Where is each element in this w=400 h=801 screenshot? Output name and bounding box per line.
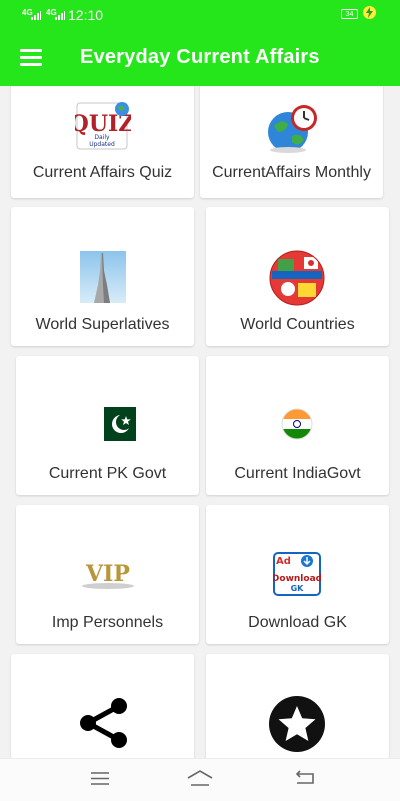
menu-lines-icon[interactable] bbox=[90, 771, 110, 786]
card-current-affairs-monthly[interactable]: CurrentAffairs Monthly bbox=[200, 86, 383, 198]
svg-text:Download: Download bbox=[273, 574, 321, 584]
card-current-affairs-quiz[interactable]: QUIZ Daily Updated Current Affairs Quiz bbox=[11, 86, 194, 198]
svg-text:Ad: Ad bbox=[276, 556, 291, 567]
battery-icon: 34 bbox=[341, 9, 358, 19]
card-download-gk[interactable]: Ad Download GK Download GK bbox=[206, 505, 389, 644]
card-world-countries[interactable]: World Countries bbox=[206, 207, 389, 346]
tower-icon bbox=[80, 251, 126, 308]
star-icon bbox=[268, 695, 326, 758]
card-label: Imp Personnels bbox=[51, 614, 164, 631]
card-label: Current IndiaGovt bbox=[234, 465, 361, 482]
clock: 12:10 bbox=[68, 7, 104, 23]
quiz-icon: QUIZ Daily Updated bbox=[70, 101, 134, 158]
charging-icon bbox=[363, 6, 376, 19]
card-label: Download GK bbox=[248, 614, 347, 631]
flags-globe-icon bbox=[268, 249, 326, 312]
card-label: World Countries bbox=[240, 316, 355, 333]
vip-icon: VIP bbox=[80, 557, 136, 596]
card-current-pk-govt[interactable]: Current PK Govt bbox=[16, 356, 199, 495]
menu-grid: QUIZ Daily Updated Current Affairs Quiz … bbox=[0, 86, 400, 758]
card-share[interactable] bbox=[11, 654, 194, 758]
app-bar: Everyday Current Affairs bbox=[0, 30, 400, 86]
card-label: Current PK Govt bbox=[48, 465, 167, 482]
home-icon[interactable] bbox=[186, 769, 214, 787]
card-current-india-govt[interactable]: Current IndiaGovt bbox=[206, 356, 389, 495]
svg-text:Updated: Updated bbox=[89, 141, 115, 148]
card-label: World Superlatives bbox=[35, 316, 170, 333]
cellular-signal-icon bbox=[31, 11, 41, 20]
svg-text:GK: GK bbox=[291, 584, 305, 593]
app-title: Everyday Current Affairs bbox=[80, 46, 320, 68]
globe-clock-icon bbox=[264, 102, 322, 159]
download-gk-icon: Ad Download GK bbox=[272, 552, 322, 601]
pakistan-flag-icon bbox=[93, 407, 136, 446]
cellular-signal-icon bbox=[55, 11, 65, 20]
status-bar: 4G 4G 12:10 34 bbox=[0, 0, 400, 30]
card-world-superlatives[interactable]: World Superlatives bbox=[11, 207, 194, 346]
hamburger-menu-icon[interactable] bbox=[20, 49, 42, 66]
card-rate[interactable] bbox=[206, 654, 389, 758]
card-imp-personnels[interactable]: VIP Imp Personnels bbox=[16, 505, 199, 644]
svg-text:Daily: Daily bbox=[94, 134, 110, 141]
share-icon bbox=[77, 696, 129, 755]
back-icon[interactable] bbox=[294, 770, 316, 786]
system-nav-bar bbox=[0, 758, 400, 801]
card-label: CurrentAffairs Monthly bbox=[212, 164, 371, 181]
card-label: Current Affairs Quiz bbox=[32, 164, 173, 181]
india-flag-icon bbox=[281, 408, 313, 445]
